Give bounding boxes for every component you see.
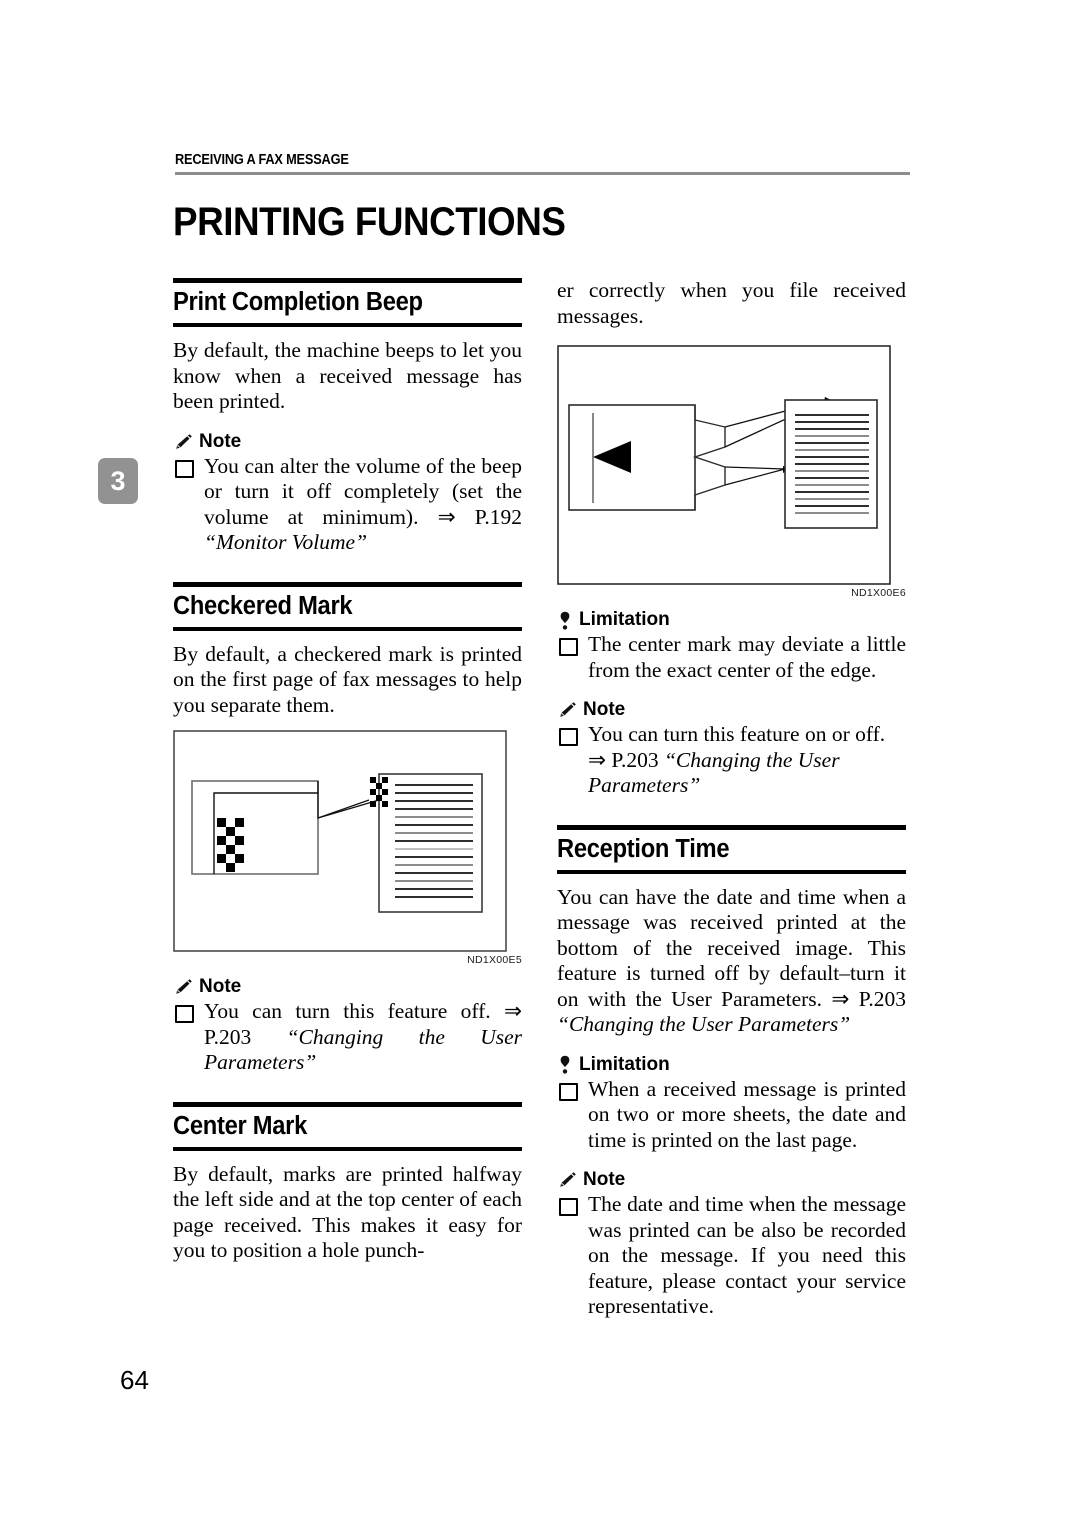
section-heading: Print Completion Beep (173, 288, 423, 316)
section-checkered-mark: Checkered Mark By default, a checkered m… (173, 581, 522, 1076)
limitation-item-text: The center mark may deviate a little fro… (588, 632, 906, 682)
chapter-tab: 3 (98, 458, 138, 504)
section-paragraph: By default, marks are printed halfway th… (173, 1161, 522, 1263)
section-rule-bottom (173, 323, 522, 327)
center-mark-figure: ND1X00E6 (557, 345, 906, 599)
left-column: Print Completion Beep By default, the ma… (173, 278, 522, 1264)
note-block: Note You can alter the volume of the bee… (173, 431, 522, 556)
continuation-paragraph: er correctly when you file received mess… (557, 278, 906, 328)
note-block: Note You can turn this feature on or off… (557, 699, 906, 799)
section-paragraph: By default, a checkered mark is printed … (173, 641, 522, 717)
right-column: er correctly when you file received mess… (557, 278, 906, 1320)
note-item-body: You can alter the volume of the beep or … (204, 453, 522, 529)
section-paragraph-reference: “Changing the User Parameters” (557, 1012, 851, 1036)
limitation-icon (557, 611, 573, 630)
section-center-mark: Center Mark By default, marks are printe… (173, 1101, 522, 1264)
note-label: Note (583, 699, 626, 720)
note-item: You can turn this feature off. ⇒ P.203 “… (173, 999, 522, 1076)
bullet-square-icon (559, 1082, 578, 1101)
section-paragraph: By default, the machine beeps to let you… (173, 338, 522, 413)
section-heading: Checkered Mark (173, 591, 353, 620)
pencil-icon (173, 433, 193, 451)
limitation-icon (557, 1055, 573, 1074)
bullet-square-icon (559, 728, 578, 746)
header-rule (175, 172, 910, 175)
manual-page: RECEIVING A FAX MESSAGE PRINTING FUNCTIO… (0, 0, 1080, 1528)
section-rule-bottom (173, 626, 522, 631)
section-print-completion-beep: Print Completion Beep By default, the ma… (173, 278, 522, 556)
page-number: 64 (120, 1365, 149, 1395)
note-item-text: The date and time when the message was p… (588, 1192, 906, 1318)
note-label: Note (583, 1169, 626, 1190)
limitation-item: When a received message is printed on tw… (557, 1077, 906, 1154)
limitation-block: Limitation When a received message is pr… (557, 1054, 906, 1154)
section-heading: Reception Time (557, 834, 730, 863)
section-paragraph: You can have the date and time when a me… (557, 885, 906, 1038)
limitation-item: The center mark may deviate a little fro… (557, 632, 906, 683)
figure-label: ND1X00E6 (851, 587, 906, 599)
note-item-text: You can turn this feature off. ⇒ P.203 “… (204, 999, 522, 1076)
page-title: PRINTING FUNCTIONS (173, 200, 566, 244)
limitation-block: Limitation The center mark may deviate a… (557, 609, 906, 683)
note-item-text: You can alter the volume of the beep or … (204, 454, 522, 556)
note-heading: Note (173, 976, 522, 998)
pencil-icon (557, 1171, 577, 1189)
note-block: Note You can turn this feature off. ⇒ P.… (173, 976, 522, 1076)
running-header-text: RECEIVING A FAX MESSAGE (175, 152, 349, 168)
note-item: The date and time when the message was p… (557, 1192, 906, 1320)
bullet-square-icon (175, 459, 194, 478)
pencil-icon (173, 978, 193, 996)
limitation-label: Limitation (579, 609, 670, 630)
note-block: Note The date and time when the message … (557, 1169, 906, 1320)
note-item-reference: “Monitor Volume” (204, 530, 368, 554)
note-label: Note (199, 976, 242, 997)
pencil-icon (557, 701, 577, 719)
note-heading: Note (173, 431, 522, 453)
section-rule-bottom (557, 869, 906, 874)
section-rule-bottom (173, 1146, 522, 1151)
limitation-heading: Limitation (557, 1054, 906, 1076)
section-paragraph-body: You can have the date and time when a me… (557, 884, 906, 1011)
note-item: You can alter the volume of the beep or … (173, 454, 522, 556)
note-heading: Note (557, 1169, 906, 1191)
checkered-mark-figure: ND1X00E5 (173, 730, 522, 966)
bullet-square-icon (559, 1198, 578, 1216)
limitation-item-text: When a received message is printed on tw… (588, 1076, 906, 1152)
note-label: Note (199, 430, 242, 452)
note-item: You can turn this feature on or off. ⇒ P… (557, 722, 906, 799)
section-heading: Center Mark (173, 1111, 308, 1140)
note-item-text: You can turn this feature on or off. ⇒ P… (588, 722, 906, 799)
running-header: RECEIVING A FAX MESSAGE (175, 152, 910, 175)
bullet-square-icon (559, 638, 578, 656)
limitation-heading: Limitation (557, 609, 906, 631)
note-heading: Note (557, 699, 906, 721)
bullet-square-icon (175, 1005, 194, 1023)
section-reception-time: Reception Time You can have the date and… (557, 824, 906, 1038)
limitation-label: Limitation (579, 1053, 670, 1075)
figure-label: ND1X00E5 (467, 954, 522, 966)
